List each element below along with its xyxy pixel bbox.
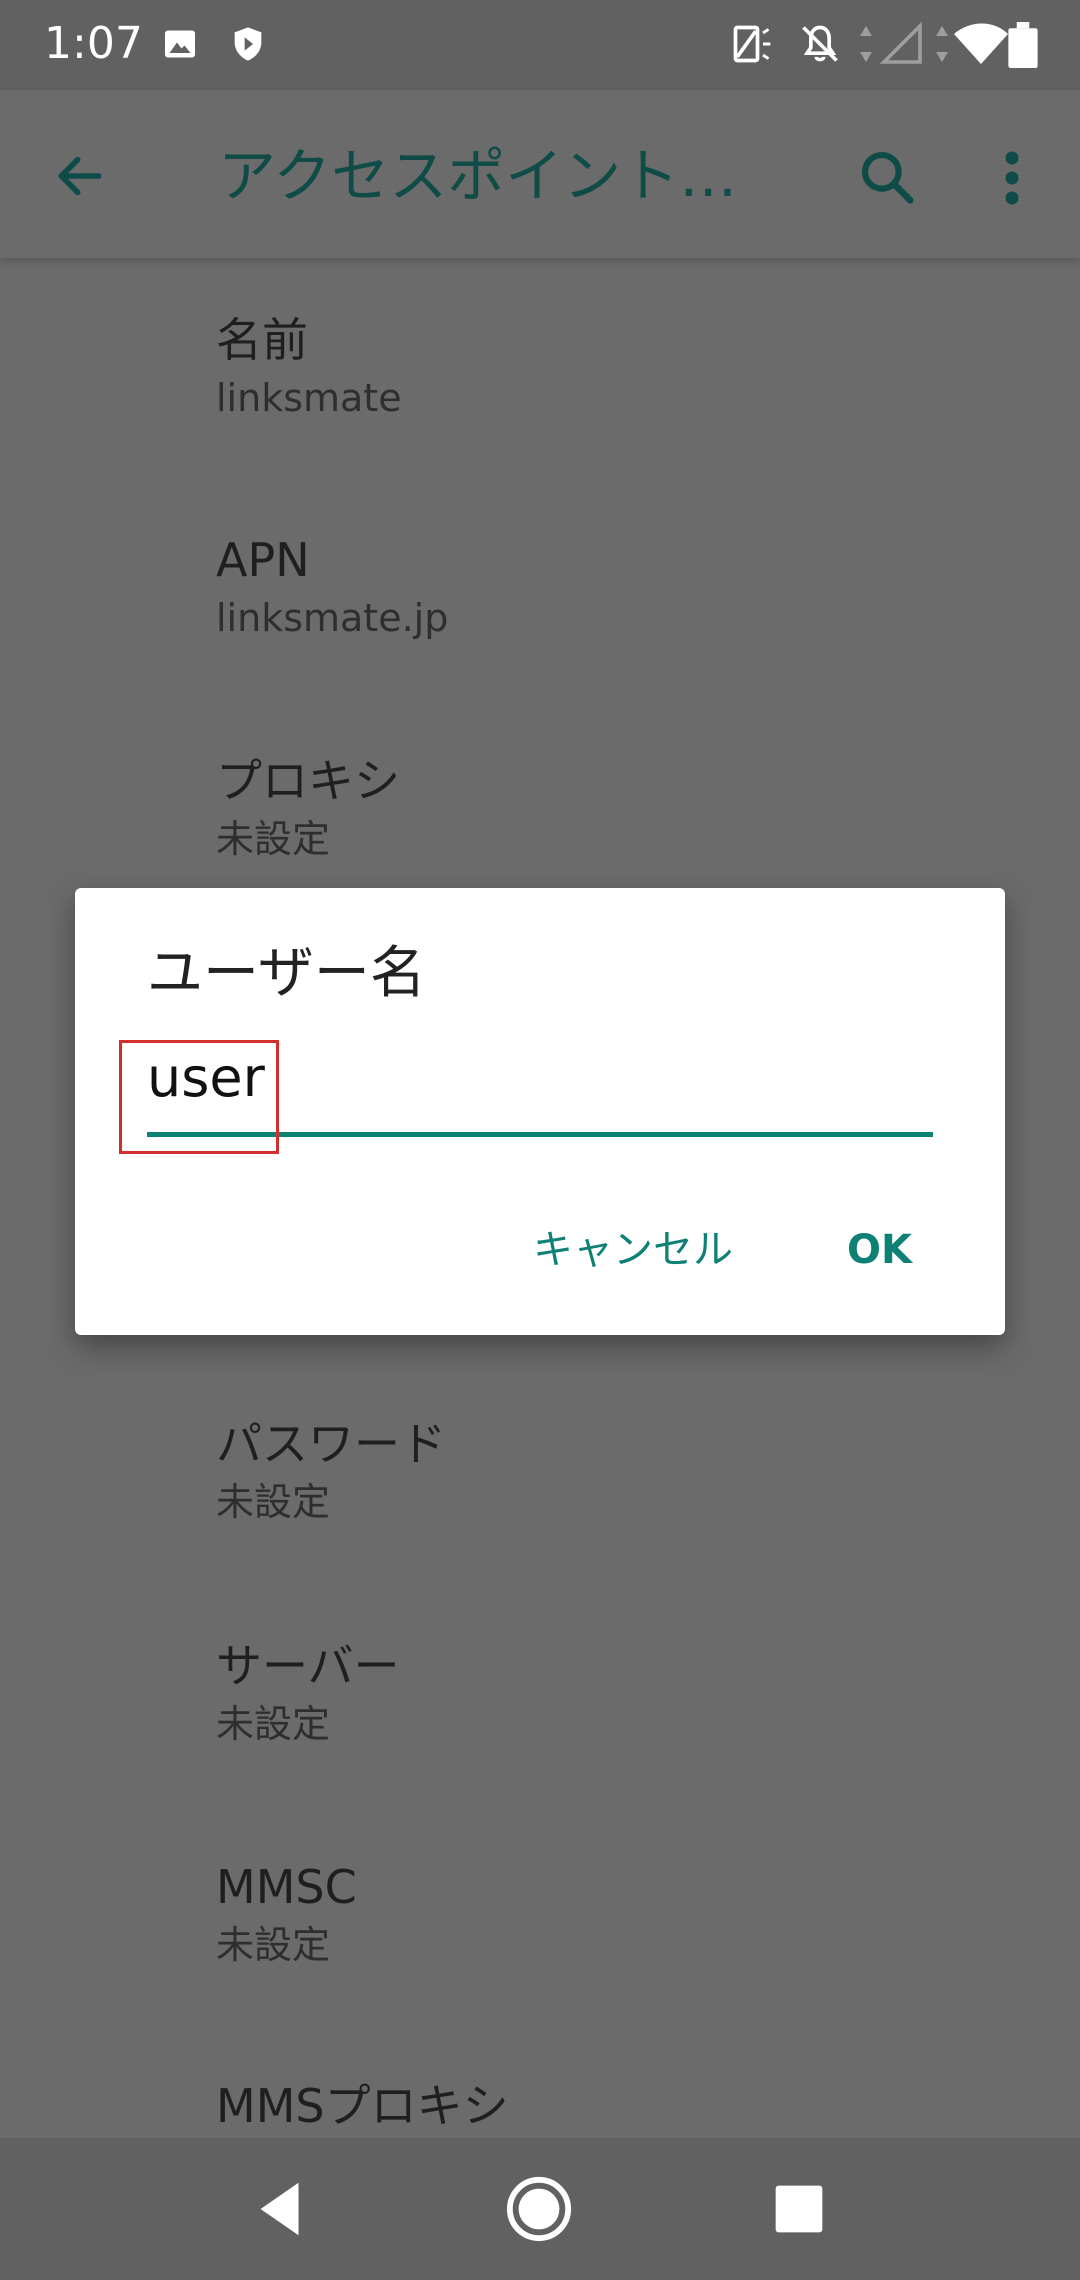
- pref-item-password[interactable]: パスワード 未設定: [216, 1414, 446, 1528]
- navigation-bar: [0, 2138, 1080, 2280]
- pref-title: サーバー: [216, 1639, 400, 1693]
- pref-summary: 未設定: [216, 1480, 331, 1524]
- pref-title: MMSC: [216, 1860, 357, 1914]
- search-icon[interactable]: [856, 146, 918, 208]
- pref-title: パスワード: [216, 1417, 446, 1471]
- nav-recents-icon[interactable]: [764, 2174, 834, 2244]
- pref-item-apn[interactable]: APN linksmate.jp: [216, 530, 448, 644]
- dialog-title: ユーザー名: [147, 941, 426, 1006]
- pref-summary: linksmate: [216, 376, 402, 420]
- wifi-icon: [936, 23, 1008, 64]
- screen-rotation-icon: [733, 25, 771, 63]
- pref-item-mms-proxy[interactable]: MMSプロキシ: [216, 2076, 509, 2136]
- more-vert-icon[interactable]: [996, 148, 1028, 208]
- ok-button[interactable]: OK: [847, 1222, 912, 1278]
- pref-item-mmsc[interactable]: MMSC 未設定: [216, 1857, 357, 1971]
- pref-summary: linksmate.jp: [216, 596, 449, 640]
- username-dialog: ユーザー名 キャンセル OK: [75, 888, 1005, 1335]
- cellular-signal-icon: [860, 22, 922, 64]
- pref-item-server[interactable]: サーバー 未設定: [216, 1636, 400, 1750]
- nav-home-icon[interactable]: [504, 2174, 574, 2244]
- status-bar: 1:07: [0, 0, 1080, 90]
- notifications-off-icon: [802, 25, 838, 62]
- pref-summary: 未設定: [216, 817, 331, 861]
- pref-item-proxy[interactable]: プロキシ 未設定: [216, 751, 400, 865]
- battery-icon: [1008, 22, 1038, 68]
- image-icon: [165, 30, 195, 58]
- pref-title: APN: [216, 533, 310, 587]
- pref-summary: 未設定: [216, 1923, 331, 1967]
- status-time: 1:07: [44, 18, 143, 69]
- pref-summary: 未設定: [216, 1702, 331, 1746]
- shield-icon: [234, 27, 262, 61]
- arrow-left-icon[interactable]: [52, 148, 108, 204]
- pref-title: プロキシ: [216, 754, 400, 808]
- pref-title: 名前: [216, 313, 308, 367]
- highlight-box: [119, 1040, 279, 1154]
- nav-back-icon[interactable]: [246, 2174, 316, 2244]
- pref-item-name[interactable]: 名前 linksmate: [216, 310, 402, 424]
- pref-title: MMSプロキシ: [216, 2079, 509, 2133]
- cancel-button[interactable]: キャンセル: [533, 1222, 733, 1278]
- app-bar: アクセスポイント…: [0, 90, 1080, 258]
- page-title: アクセスポイント…: [218, 142, 738, 210]
